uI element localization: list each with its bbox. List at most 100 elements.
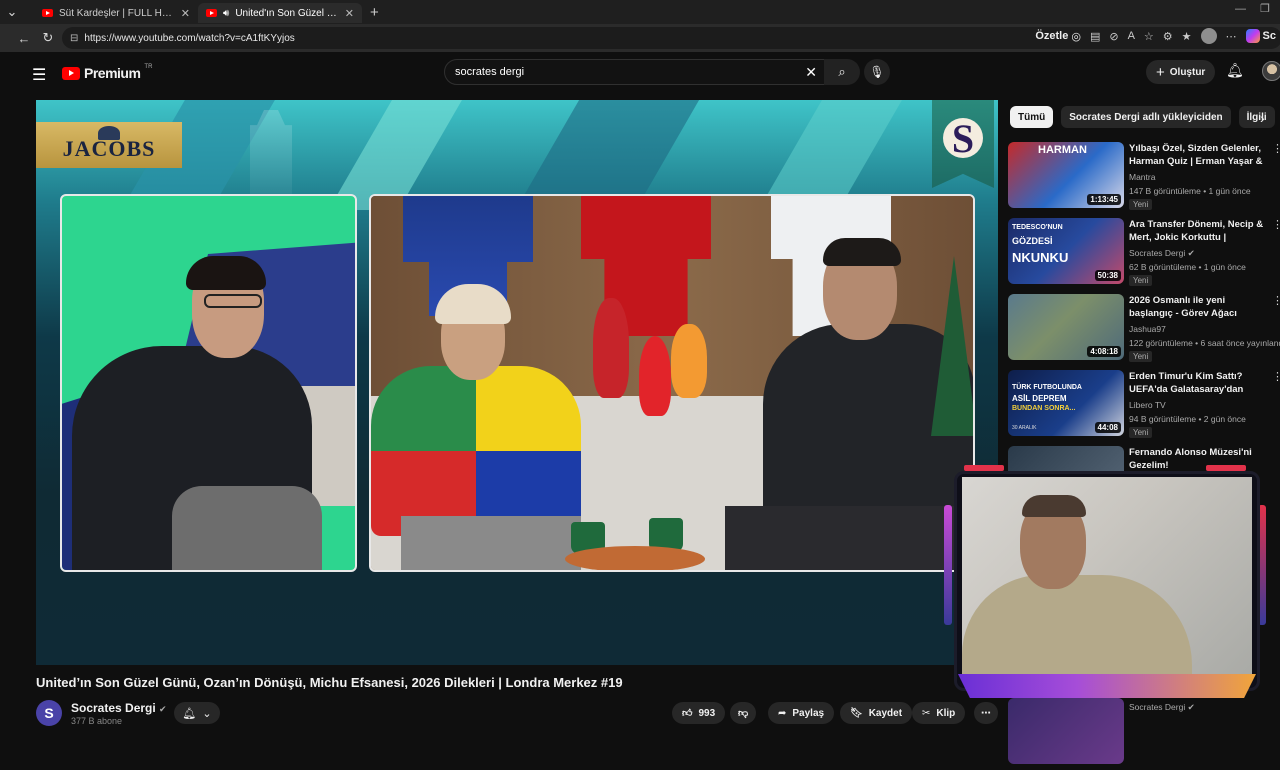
summarize-button[interactable]: Özetle ◎	[1035, 30, 1081, 43]
reload-icon[interactable]: ↻	[36, 30, 60, 46]
left-video-panel	[60, 194, 357, 572]
plus-icon: +	[1156, 63, 1165, 81]
browser-tab[interactable]: Süt Kardeşler | FULL HD - YouTube ✕	[34, 3, 198, 23]
recommendation-item[interactable]: HARMAN 1:13:45 Yılbaşı Özel, Sizden Gele…	[1008, 142, 1280, 214]
new-badge: Yeni	[1129, 275, 1153, 286]
clip-button[interactable]: ✂ Klip	[912, 702, 966, 724]
url-text: https://www.youtube.com/watch?v=cA1ftKYy…	[84, 32, 295, 44]
recommendation-channel-link[interactable]: Socrates Dergi ✔	[1129, 248, 1195, 259]
socrates-banner: S	[932, 100, 994, 188]
user-avatar[interactable]	[1262, 61, 1280, 81]
back-icon[interactable]: ←	[12, 31, 36, 46]
recommendation-channel[interactable]: Libero TV	[1129, 400, 1166, 410]
chevron-right-icon[interactable]: ›	[1260, 110, 1265, 126]
host-glasses	[204, 294, 262, 308]
tracking-prevention-icon[interactable]: ⊘	[1109, 30, 1118, 43]
more-icon[interactable]: ⋯	[1226, 30, 1237, 43]
minimize-window-icon[interactable]: —	[1235, 3, 1246, 15]
cam-frame-accent	[944, 505, 952, 625]
close-tab-icon[interactable]: ✕	[181, 7, 190, 20]
video-thumbnail[interactable]: 4:08:18	[1008, 294, 1124, 360]
hamburger-menu-icon[interactable]: ☰	[32, 65, 46, 85]
video-thumbnail[interactable]: TÜRK FUTBOLUNDA ASİL DEPREM BUNDAN SONRA…	[1008, 370, 1124, 436]
jacobs-sponsor-logo: JACOBS	[36, 122, 182, 168]
guest-right-hair	[823, 238, 901, 266]
restore-window-icon[interactable]: ❐	[1260, 2, 1270, 15]
video-player[interactable]: JACOBS S	[36, 100, 998, 665]
chip-all[interactable]: Tümü	[1010, 106, 1054, 128]
favorite-star-icon[interactable]: ☆	[1144, 30, 1154, 43]
search-button[interactable]: ⌕	[824, 59, 860, 85]
save-button[interactable]: 🔖︎ Kaydet	[840, 702, 913, 724]
browser-extension-icons: Özetle ◎ ▤ ⊘ A ☆ ⚙ ★ ⋯ Sc	[1035, 28, 1276, 44]
youtube-header: ☰ Premium TR socrates dergi ✕ ⌕ 🎙︎ + Olu…	[12, 52, 1280, 94]
profile-label: Sc	[1262, 30, 1276, 42]
more-vertical-icon[interactable]: ⋮	[1272, 370, 1280, 383]
youtube-premium-logo[interactable]: Premium TR	[62, 64, 153, 81]
video-duration: 4:08:18	[1087, 346, 1121, 357]
bookmark-icon: 🔖︎	[850, 707, 863, 719]
thumbnail-text: HARMAN	[1038, 144, 1087, 156]
video-thumbnail[interactable]	[1008, 698, 1124, 764]
recommendation-title[interactable]: 2026 Osmanlı ile yeni başlangıç - Görev …	[1129, 294, 1269, 320]
thumbnail-text: GÖZDESİ	[1012, 236, 1053, 246]
subscriber-count: 377 B abone	[71, 716, 123, 726]
recommendation-title[interactable]: Ara Transfer Dönemi, Necip & Mert, Jokic…	[1129, 218, 1269, 244]
video-thumbnail[interactable]: TEDESCO'NUN GÖZDESİ NKUNKU 50:38	[1008, 218, 1124, 284]
streamer-hoodie	[962, 575, 1192, 677]
webcam-overlay	[944, 465, 1266, 703]
more-vertical-icon[interactable]: ⋮	[1272, 294, 1280, 307]
voice-search-button[interactable]: 🎙︎	[864, 59, 890, 85]
channel-name-link[interactable]: Socrates Dergi ✔	[71, 701, 167, 715]
background-stripe	[521, 100, 711, 200]
chip-from-channel[interactable]: Socrates Dergi adlı yükleyiciden	[1061, 106, 1231, 128]
video-duration: 1:13:45	[1087, 194, 1121, 205]
more-vertical-icon[interactable]: ⋮	[1272, 218, 1280, 231]
new-tab-icon[interactable]: +	[370, 4, 379, 21]
browser-tab-active[interactable]: 🔊︎ United'ın Son Güzel Günü, Oz ✕	[198, 3, 362, 23]
recommendation-item[interactable]: Socrates Dergi ✔	[1008, 698, 1280, 770]
site-info-icon[interactable]: ⊟	[70, 33, 78, 44]
close-tab-icon[interactable]: ✕	[345, 7, 354, 20]
more-vertical-icon[interactable]: ⋮	[1272, 142, 1280, 155]
recommendation-item[interactable]: TEDESCO'NUN GÖZDESİ NKUNKU 50:38 Ara Tra…	[1008, 218, 1280, 290]
recommendation-title[interactable]: Yılbaşı Özel, Sizden Gelenler, Harman Qu…	[1129, 142, 1269, 168]
share-button[interactable]: ➦ Paylaş	[768, 702, 835, 724]
thumbnail-text: BUNDAN SONRA...	[1012, 405, 1076, 412]
webcam-video	[962, 477, 1252, 677]
recommendation-meta: 94 B görüntüleme • 2 gün önce	[1129, 414, 1246, 424]
logo-region: TR	[144, 64, 153, 70]
clear-search-icon[interactable]: ✕	[805, 64, 817, 81]
copilot-button[interactable]: Sc	[1245, 29, 1276, 43]
speaker-icon[interactable]: 🔊︎	[223, 8, 229, 19]
tab-title: United'ın Son Güzel Günü, Oz	[235, 7, 339, 19]
notifications-bell-icon[interactable]: 🔔︎	[1226, 62, 1244, 79]
tab-list-chevron-icon[interactable]: ⌄	[0, 4, 24, 20]
subscribed-button[interactable]: 🔔︎ ⌄	[174, 702, 220, 724]
save-label: Kaydet	[868, 707, 903, 719]
chip-related[interactable]: İlgili	[1238, 106, 1275, 128]
search-input[interactable]: socrates dergi ✕	[444, 59, 826, 85]
extensions-icon[interactable]: ⚙	[1163, 30, 1173, 43]
dislike-button[interactable]: 👎︎	[730, 702, 757, 724]
video-thumbnail[interactable]: HARMAN 1:13:45	[1008, 142, 1124, 208]
profile-avatar-icon[interactable]	[1200, 28, 1217, 44]
recommendation-channel[interactable]: Mantra	[1129, 172, 1155, 182]
like-button[interactable]: 👍︎ 993	[672, 702, 726, 724]
streamer-hair	[1022, 495, 1086, 517]
browser-tab-bar: ⌄ Süt Kardeşler | FULL HD - YouTube ✕ 🔊︎…	[0, 0, 1280, 24]
recommendation-title[interactable]: Erden Timur'u Kim Sattı? UEFA'da Galatas…	[1129, 370, 1269, 396]
recommendation-item[interactable]: 4:08:18 2026 Osmanlı ile yeni başlangıç …	[1008, 294, 1280, 366]
recommendation-meta: 62 B görüntüleme • 1 gün önce	[1129, 262, 1246, 272]
copilot-icon	[1245, 29, 1260, 43]
create-button[interactable]: + Oluştur	[1146, 60, 1216, 84]
recommendation-channel[interactable]: Jashua97	[1129, 324, 1166, 334]
translate-icon[interactable]: A	[1128, 30, 1135, 42]
favorites-icon[interactable]: ★	[1182, 30, 1192, 43]
recommendation-item[interactable]: TÜRK FUTBOLUNDA ASİL DEPREM BUNDAN SONRA…	[1008, 370, 1280, 442]
channel-avatar[interactable]: S	[36, 700, 62, 726]
reader-mode-icon[interactable]: ▤	[1090, 30, 1100, 43]
recommendation-channel-link[interactable]: Socrates Dergi ✔	[1129, 702, 1195, 713]
recommendation-channel: Socrates Dergi	[1129, 702, 1186, 712]
more-actions-button[interactable]: ⋯	[974, 702, 998, 724]
